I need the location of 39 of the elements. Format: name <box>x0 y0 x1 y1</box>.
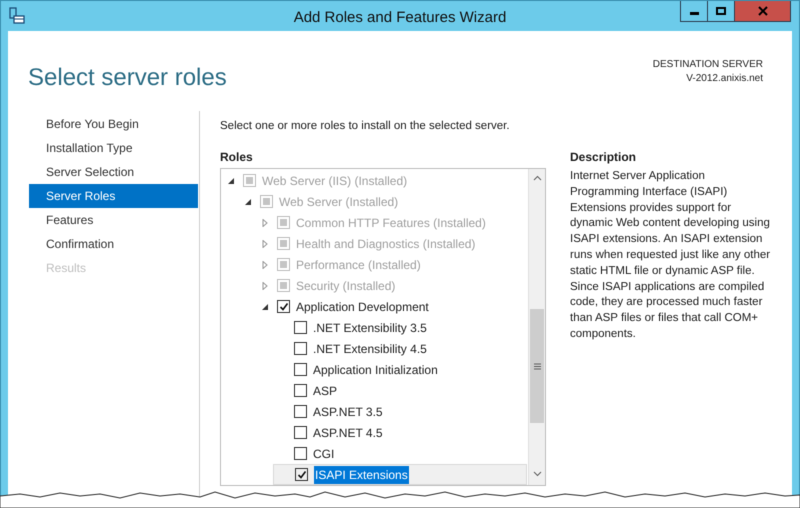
role-label: Web Server (Installed) <box>279 194 398 210</box>
role-label: Application Initialization <box>313 362 438 378</box>
close-button[interactable] <box>735 1 791 22</box>
role-label: Common HTTP Features (Installed) <box>296 214 486 232</box>
role-label: .NET Extensibility 3.5 <box>313 320 427 336</box>
roles-list[interactable] <box>220 168 546 486</box>
role-label: Performance (Installed) <box>296 256 421 274</box>
description-text: Internet Server Application Programming Interface (ISAPI) Extensions provides support for dynamic Web content developing using ISAPI extensions. An ISAPI extension runs when requested just like any other static HTML file or dynamic ASP file. Since ISAPI applications are compiled code, they are processed much faster than ASP files or files that call COM+ components. <box>570 169 772 342</box>
scroll-down-icon <box>533 471 542 477</box>
role-label: ISAPI Extensions <box>314 466 409 484</box>
server-icon <box>8 7 26 25</box>
nav-item[interactable]: Confirmation <box>29 232 198 256</box>
nav-item[interactable]: Server Selection <box>29 160 198 184</box>
role-label: .NET Extensibility 4.5 <box>313 340 427 358</box>
grip-icon <box>534 362 540 370</box>
role-label: ASP.NET 3.5 <box>313 404 383 420</box>
nav-item[interactable]: Installation Type <box>29 136 198 160</box>
scrollbar[interactable] <box>528 169 545 485</box>
role-label: Health and Diagnostics (Installed) <box>296 236 476 252</box>
description-heading: Description <box>570 149 638 166</box>
close-icon <box>758 6 768 16</box>
scroll-up-icon <box>533 175 542 181</box>
scroll-thumb[interactable] <box>530 309 544 423</box>
role-label: Application Development <box>296 298 429 316</box>
destination-label: DESTINATION SERVER <box>652 58 763 72</box>
role-label: Web Server (IIS) (Installed) <box>262 172 408 190</box>
role-label: CGI <box>313 446 334 462</box>
nav-item[interactable]: Server Roles <box>29 184 198 208</box>
role-label: Security (Installed) <box>296 278 396 294</box>
instruction-text: Select one or more roles to install on the selected server. <box>220 119 511 134</box>
roles-heading: Roles <box>220 149 254 166</box>
role-label: ASP.NET 4.5 <box>313 424 383 442</box>
nav-item[interactable]: Features <box>29 208 198 232</box>
nav-item[interactable]: Before You Begin <box>29 112 198 136</box>
window-title: Add Roles and Features Wizard <box>292 8 508 28</box>
destination-server: V-2012.anixis.net <box>686 72 763 86</box>
minimize-button[interactable] <box>680 1 708 22</box>
page-title: Select server roles <box>28 63 227 93</box>
role-label: ASP <box>313 382 338 400</box>
